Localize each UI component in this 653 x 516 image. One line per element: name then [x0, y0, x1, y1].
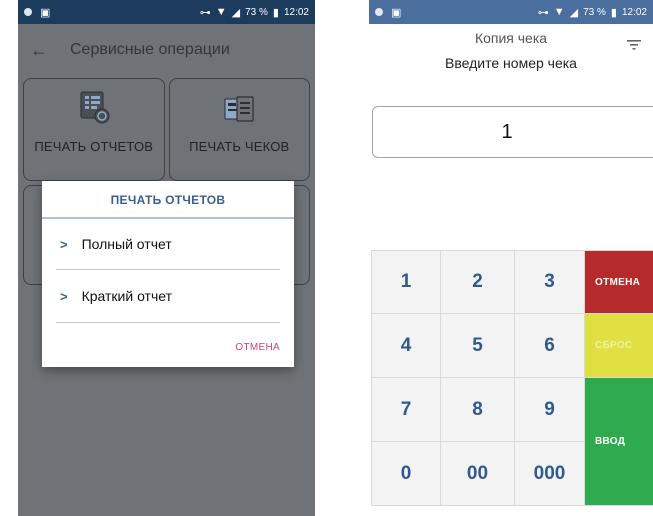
- wifi-icon: ▼: [553, 6, 565, 18]
- short-report-option[interactable]: > Краткий отчет: [42, 270, 294, 322]
- full-report-option[interactable]: > Полный отчет: [42, 219, 294, 269]
- key-00[interactable]: 00: [441, 442, 515, 506]
- receipt-number-input[interactable]: 1: [372, 106, 653, 158]
- page-title: Сервисные операции: [70, 41, 230, 58]
- notification-dot-icon: [24, 8, 32, 16]
- vpn-key-icon: ⊶: [537, 6, 549, 19]
- page-title: Копия чека: [474, 30, 548, 46]
- filter-icon[interactable]: [627, 32, 641, 60]
- chevron-right-icon: >: [60, 236, 68, 252]
- key-9[interactable]: 9: [515, 378, 585, 442]
- back-arrow-icon[interactable]: ←: [30, 40, 48, 61]
- key-0[interactable]: 0: [371, 442, 441, 506]
- app-bar: ← Сервисные операции: [18, 24, 315, 76]
- print-reports-tile[interactable]: ПЕЧАТЬ ОТЧЕТОВ: [23, 78, 165, 181]
- key-4[interactable]: 4: [371, 314, 441, 378]
- enter-button[interactable]: ВВОД: [585, 378, 653, 506]
- signal-icon: ◢: [569, 6, 579, 19]
- key-000[interactable]: 000: [515, 442, 585, 506]
- tile-label: ПЕЧАТЬ ОТЧЕТОВ: [34, 139, 154, 154]
- key-5[interactable]: 5: [441, 314, 515, 378]
- screen-header: Копия чека: [369, 24, 653, 52]
- report-document-icon: [77, 90, 111, 129]
- receipt-icon: [222, 94, 256, 129]
- dialog-cancel-button[interactable]: ОТМЕНА: [235, 342, 280, 353]
- key-7[interactable]: 7: [371, 378, 441, 442]
- dialog-title: ПЕЧАТЬ ОТЧЕТОВ: [42, 181, 294, 219]
- vpn-key-icon: ⊶: [199, 6, 211, 19]
- left-screen: ▣ ⊶ ▼ ◢ 73 % ▮ 12:02 ← Сервисные операци…: [18, 0, 315, 516]
- option-label: Полный отчет: [81, 236, 172, 252]
- status-bar: ▣ ⊶ ▼ ◢ 73 % ▮ 12:02: [369, 0, 653, 24]
- chevron-right-icon: >: [60, 288, 68, 304]
- option-label: Краткий отчет: [81, 288, 172, 304]
- battery-icon: ▮: [610, 6, 617, 19]
- key-1[interactable]: 1: [371, 250, 441, 314]
- right-screen: ▣ ⊶ ▼ ◢ 73 % ▮ 12:02 Копия чека Введите …: [369, 0, 653, 516]
- receipt-number-prompt: Введите номер чека: [445, 55, 577, 71]
- reset-button[interactable]: СБРОС: [585, 314, 653, 378]
- tile-label: ПЕЧАТЬ ЧЕКОВ: [189, 139, 290, 154]
- app-notification-icon: ▣: [40, 6, 51, 19]
- numeric-keypad: 1 2 3 ОТМЕНА 4 5 6 СБРОС 7 8 9 ВВОД 0 00…: [371, 250, 653, 506]
- battery-percent: 73 %: [245, 6, 268, 18]
- key-6[interactable]: 6: [515, 314, 585, 378]
- report-dialog: ПЕЧАТЬ ОТЧЕТОВ > Полный отчет > Краткий …: [42, 181, 294, 367]
- print-receipts-tile[interactable]: ПЕЧАТЬ ЧЕКОВ: [168, 78, 310, 181]
- key-3[interactable]: 3: [515, 250, 585, 314]
- signal-icon: ◢: [231, 6, 241, 19]
- status-time: 12:02: [283, 6, 309, 18]
- status-time: 12:02: [621, 6, 647, 18]
- notification-dot-icon: [375, 8, 383, 16]
- app-notification-icon: ▣: [391, 6, 402, 19]
- cancel-button[interactable]: ОТМЕНА: [585, 250, 653, 314]
- status-bar: ▣ ⊶ ▼ ◢ 73 % ▮ 12:02: [18, 0, 315, 24]
- wifi-icon: ▼: [215, 6, 227, 18]
- key-8[interactable]: 8: [441, 378, 515, 442]
- battery-icon: ▮: [272, 6, 279, 19]
- divider: [56, 322, 280, 323]
- key-2[interactable]: 2: [441, 250, 515, 314]
- battery-percent: 73 %: [583, 6, 606, 18]
